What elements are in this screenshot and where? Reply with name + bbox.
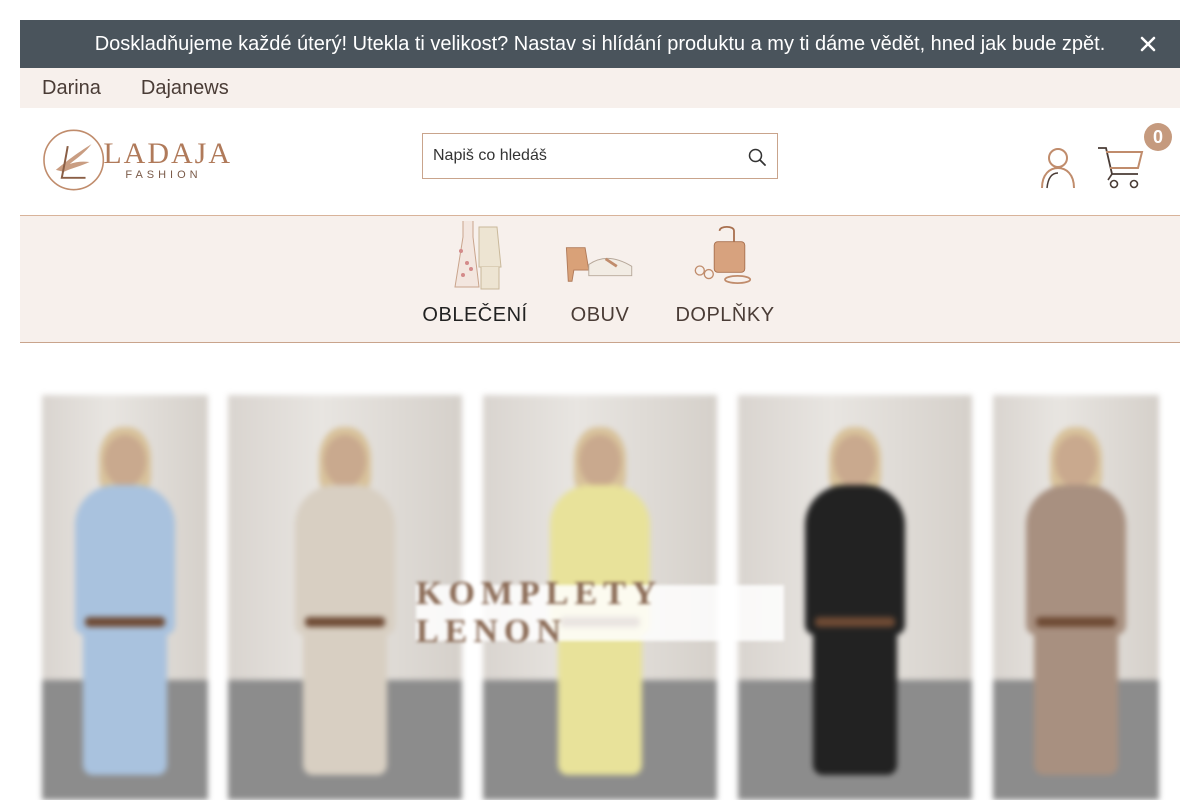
- category-clothing[interactable]: OBLEČENÍ: [410, 216, 540, 327]
- top-links: Darina Dajanews: [20, 68, 1180, 108]
- category-nav: OBLEČENÍ OBUV DOPLŇKY: [20, 216, 1180, 343]
- user-icon[interactable]: [1038, 146, 1078, 190]
- cart-icon[interactable]: [1096, 142, 1146, 190]
- top-link-darina[interactable]: Darina: [42, 77, 101, 100]
- search-icon[interactable]: [747, 147, 767, 167]
- logo[interactable]: LADAJA FASHION: [42, 128, 232, 192]
- site-header: LADAJA FASHION Napiš co hledáš 0: [20, 108, 1180, 216]
- logo-subtitle: FASHION: [125, 169, 202, 181]
- category-shoes[interactable]: OBUV: [535, 216, 665, 327]
- category-accessories-label: DOPLŇKY: [675, 304, 775, 326]
- hero-photo-panel: [993, 395, 1159, 800]
- category-clothing-label: OBLEČENÍ: [422, 304, 528, 326]
- hero-overlay-text: KOMPLETY LENON: [416, 575, 662, 650]
- search-box: [422, 133, 778, 179]
- close-icon[interactable]: [1136, 32, 1160, 56]
- announcement-bar: Doskladňujeme každé úterý! Utekla ti vel…: [20, 20, 1180, 68]
- category-accessories[interactable]: DOPLŇKY: [660, 216, 790, 327]
- search-input[interactable]: [423, 147, 733, 165]
- page: Doskladňujeme každé úterý! Utekla ti vel…: [20, 20, 1180, 343]
- hero-banner[interactable]: KOMPLETY LENON: [20, 395, 1180, 800]
- logo-emblem-icon: [43, 129, 105, 191]
- top-link-dajanews[interactable]: Dajanews: [141, 77, 229, 100]
- announcement-text: Doskladňujeme každé úterý! Utekla ti vel…: [94, 32, 1106, 55]
- logo-title: LADAJA: [103, 137, 232, 170]
- category-shoes-label: OBUV: [570, 304, 630, 326]
- hero-overlay: KOMPLETY LENON: [416, 575, 784, 650]
- accessories-icon: [694, 225, 752, 284]
- clothing-icon: [454, 221, 502, 290]
- shoes-icon: [565, 247, 633, 282]
- cart-count-badge[interactable]: 0: [1144, 123, 1172, 151]
- hero-photo-panel: [42, 395, 208, 800]
